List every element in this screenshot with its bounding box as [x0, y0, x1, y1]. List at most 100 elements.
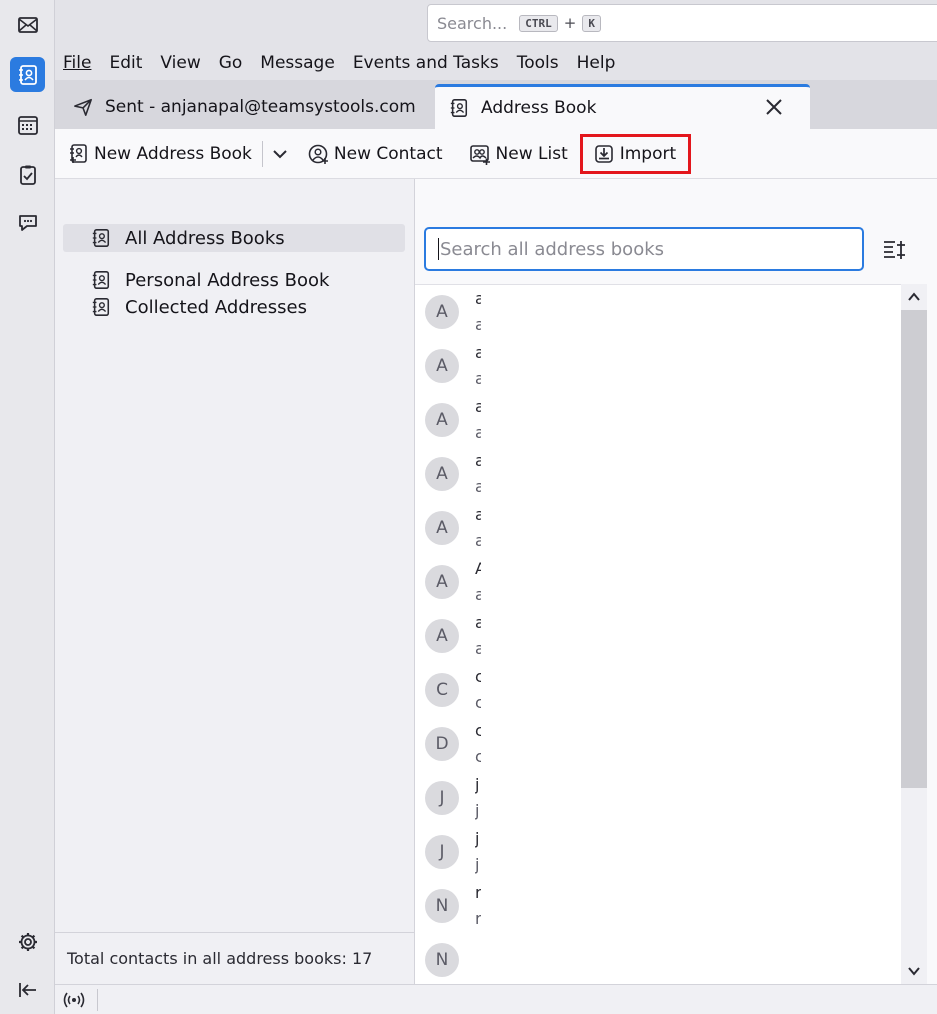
contact-row[interactable]: Aaa — [415, 447, 901, 501]
contact-avatar: C — [425, 673, 459, 707]
contact-name: c — [475, 667, 481, 686]
contact-email: r — [475, 909, 481, 928]
address-book-icon — [18, 64, 37, 85]
new-contact-icon — [308, 144, 328, 164]
contact-row[interactable]: Aaa — [415, 393, 901, 447]
send-icon — [74, 98, 92, 116]
new-list-button[interactable]: New List — [463, 135, 574, 173]
new-address-book-button[interactable]: New Address Book — [61, 135, 258, 173]
contact-row[interactable]: Aaa — [415, 339, 901, 393]
contact-name: j — [475, 829, 480, 848]
contact-email: a — [475, 639, 481, 658]
spaces-toolbar — [0, 0, 55, 1014]
scrollbar-thumb[interactable] — [901, 310, 927, 788]
new-address-book-dropdown[interactable] — [267, 135, 293, 173]
contacts-pane: Search all address books AaaAaaAaaAaaAaa… — [415, 179, 937, 984]
contact-avatar: A — [425, 511, 459, 545]
global-search-input[interactable]: Search... CTRL + K — [427, 4, 937, 42]
address-book-icon — [92, 229, 110, 247]
contact-name: r — [475, 883, 481, 902]
chevron-down-icon[interactable] — [907, 964, 921, 978]
new-list-icon — [469, 144, 490, 165]
contact-name: A — [475, 559, 481, 578]
tab-sent[interactable]: Sent - anjanapal@teamsystools.com — [73, 84, 433, 129]
tab-bar: Sent - anjanapal@teamsystools.com Addres… — [55, 80, 937, 129]
import-button[interactable]: Import — [579, 133, 692, 174]
contact-email: a — [475, 585, 481, 604]
contact-email: c — [475, 693, 481, 712]
menu-bar: File Edit View Go Message Events and Tas… — [55, 46, 937, 80]
contact-email: a — [475, 315, 481, 334]
status-separator — [97, 989, 98, 1011]
menu-go[interactable]: Go — [219, 53, 243, 73]
contacts-list[interactable]: AaaAaaAaaAaaAaaAAaAaaCccDccJjjJjjNrrN — [415, 284, 901, 984]
book-all-label: All Address Books — [125, 227, 285, 249]
chevron-up-icon[interactable] — [907, 290, 921, 304]
contact-name: a — [475, 451, 481, 470]
close-icon[interactable] — [764, 97, 784, 117]
menu-edit[interactable]: Edit — [109, 53, 142, 73]
contact-row[interactable]: Aaa — [415, 285, 901, 339]
list-options-icon[interactable] — [881, 237, 907, 263]
contacts-scrollbar[interactable] — [901, 284, 927, 984]
tab-address-book[interactable]: Address Book — [435, 84, 810, 129]
shortcut-key-k: K — [582, 14, 601, 32]
status-bar — [55, 984, 937, 1014]
contact-row[interactable]: Aaa — [415, 501, 901, 555]
contact-row[interactable]: Nrr — [415, 879, 901, 933]
contact-row[interactable]: Jjj — [415, 771, 901, 825]
chat-icon — [18, 214, 37, 231]
menu-file[interactable]: File — [63, 53, 91, 73]
contact-avatar: A — [425, 349, 459, 383]
address-book-icon — [92, 298, 110, 316]
shortcut-key-ctrl: CTRL — [519, 14, 558, 32]
menu-help[interactable]: Help — [577, 53, 616, 73]
contact-name: c — [475, 721, 481, 740]
online-status-icon[interactable] — [63, 991, 85, 1009]
contact-avatar: N — [425, 943, 459, 977]
book-collected-label: Collected Addresses — [125, 296, 307, 318]
contacts-search-input[interactable]: Search all address books — [424, 227, 864, 271]
menu-events-and-tasks[interactable]: Events and Tasks — [353, 53, 499, 73]
contact-row[interactable]: AAa — [415, 555, 901, 609]
contact-avatar: A — [425, 457, 459, 491]
contact-email: a — [475, 423, 481, 442]
contact-row[interactable]: N — [415, 933, 901, 984]
address-book-icon — [92, 271, 110, 289]
tasks-space-button[interactable] — [10, 157, 45, 192]
book-collected-addresses[interactable]: Collected Addresses — [63, 293, 405, 321]
contact-email: c — [475, 747, 481, 766]
settings-button[interactable] — [10, 924, 45, 959]
contact-avatar: D — [425, 727, 459, 761]
calendar-space-button[interactable] — [10, 107, 45, 142]
collapse-spaces-button[interactable] — [10, 972, 45, 1007]
book-all-address-books[interactable]: All Address Books — [63, 224, 405, 252]
contact-avatar: J — [425, 781, 459, 815]
address-book-toolbar: New Address Book New Contact New List Im… — [55, 129, 937, 179]
new-contact-button[interactable]: New Contact — [301, 135, 449, 173]
contact-name: a — [475, 397, 481, 416]
book-personal-address-book[interactable]: Personal Address Book — [63, 266, 405, 294]
toolbar-separator — [261, 140, 263, 167]
address-book-space-button[interactable] — [10, 57, 45, 92]
contact-row[interactable]: Aaa — [415, 609, 901, 663]
contact-name: a — [475, 613, 481, 632]
address-books-pane: All Address Books Personal Address Book … — [55, 179, 415, 984]
chevron-down-icon — [273, 149, 287, 158]
contact-email: j — [475, 801, 480, 820]
mail-space-button[interactable] — [10, 7, 45, 42]
global-search-placeholder: Search... — [437, 13, 508, 33]
contact-row[interactable]: Dcc — [415, 717, 901, 771]
menu-message[interactable]: Message — [260, 53, 335, 73]
import-label: Import — [619, 143, 677, 164]
contact-row[interactable]: Ccc — [415, 663, 901, 717]
address-book-icon — [450, 99, 468, 117]
chat-space-button[interactable] — [10, 205, 45, 240]
gear-icon — [18, 932, 37, 951]
contact-email: j — [475, 855, 480, 874]
tasks-icon — [19, 165, 36, 185]
contact-row[interactable]: Jjj — [415, 825, 901, 879]
calendar-icon — [17, 115, 38, 135]
menu-tools[interactable]: Tools — [517, 53, 559, 73]
menu-view[interactable]: View — [160, 53, 200, 73]
